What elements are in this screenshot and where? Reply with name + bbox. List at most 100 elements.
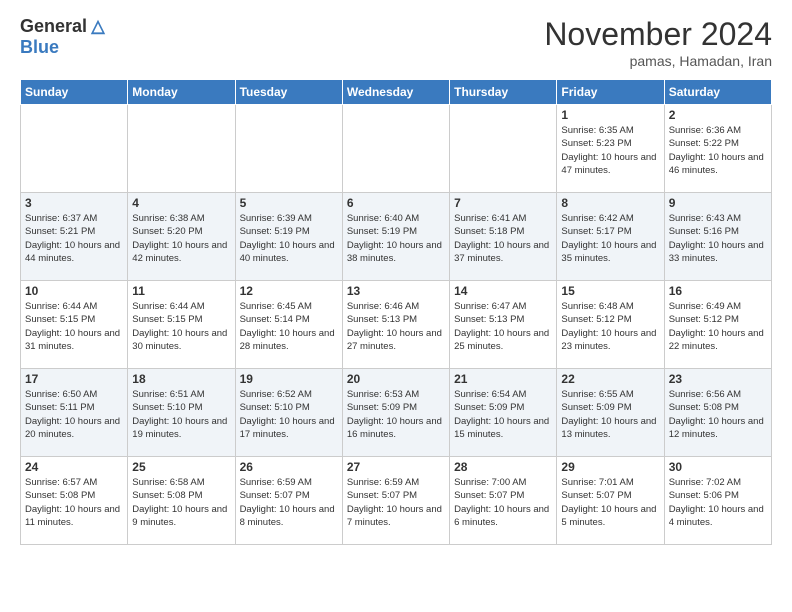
week-row-3: 10 Sunrise: 6:44 AMSunset: 5:15 PMDayligh… [21, 281, 772, 369]
logo-icon [89, 18, 107, 36]
week-row-2: 3Sunrise: 6:37 AMSunset: 5:21 PMDaylight… [21, 193, 772, 281]
calendar-cell: 22 Sunrise: 6:55 AMSunset: 5:09 PMDayligh… [557, 369, 664, 457]
calendar-cell [128, 105, 235, 193]
day-number: 27 [347, 460, 445, 474]
day-number: 13 [347, 284, 445, 298]
day-info: Sunrise: 6:53 AMSunset: 5:09 PMDaylight:… [347, 388, 445, 441]
week-row-1: 1 Sunrise: 6:35 AMSunset: 5:23 PMDaylight… [21, 105, 772, 193]
day-number: 9 [669, 196, 767, 210]
day-info: Sunrise: 6:47 AMSunset: 5:13 PMDaylight:… [454, 300, 552, 353]
col-header-sunday: Sunday [21, 80, 128, 105]
day-info: Sunrise: 7:02 AMSunset: 5:06 PMDaylight:… [669, 476, 767, 529]
day-info: Sunrise: 6:56 AMSunset: 5:08 PMDaylight:… [669, 388, 767, 441]
day-number: 11 [132, 284, 230, 298]
calendar-cell: 12 Sunrise: 6:45 AMSunset: 5:14 PMDayligh… [235, 281, 342, 369]
day-number: 20 [347, 372, 445, 386]
calendar-cell: 11 Sunrise: 6:44 AMSunset: 5:15 PMDayligh… [128, 281, 235, 369]
calendar-cell: 24 Sunrise: 6:57 AMSunset: 5:08 PMDayligh… [21, 457, 128, 545]
calendar-cell: 29 Sunrise: 7:01 AMSunset: 5:07 PMDayligh… [557, 457, 664, 545]
calendar-cell: 28Sunrise: 7:00 AMSunset: 5:07 PMDayligh… [450, 457, 557, 545]
calendar-cell: 6Sunrise: 6:40 AMSunset: 5:19 PMDaylight… [342, 193, 449, 281]
col-header-saturday: Saturday [664, 80, 771, 105]
day-info: Sunrise: 7:00 AMSunset: 5:07 PMDaylight:… [454, 476, 552, 529]
day-info: Sunrise: 6:37 AMSunset: 5:21 PMDaylight:… [25, 212, 123, 265]
calendar-cell: 10 Sunrise: 6:44 AMSunset: 5:15 PMDayligh… [21, 281, 128, 369]
calendar-cell: 16Sunrise: 6:49 AMSunset: 5:12 PMDayligh… [664, 281, 771, 369]
day-info: Sunrise: 6:54 AMSunset: 5:09 PMDaylight:… [454, 388, 552, 441]
page: General Blue November 2024 pamas, Hamada… [0, 0, 792, 612]
calendar-cell: 25 Sunrise: 6:58 AMSunset: 5:08 PMDayligh… [128, 457, 235, 545]
day-number: 5 [240, 196, 338, 210]
calendar-cell: 15Sunrise: 6:48 AMSunset: 5:12 PMDayligh… [557, 281, 664, 369]
col-header-tuesday: Tuesday [235, 80, 342, 105]
calendar-cell: 18 Sunrise: 6:51 AMSunset: 5:10 PMDayligh… [128, 369, 235, 457]
day-number: 23 [669, 372, 767, 386]
day-info: Sunrise: 6:50 AMSunset: 5:11 PMDaylight:… [25, 388, 123, 441]
day-number: 2 [669, 108, 767, 122]
month-title: November 2024 [544, 16, 772, 53]
calendar-cell: 19 Sunrise: 6:52 AMSunset: 5:10 PMDayligh… [235, 369, 342, 457]
calendar-cell: 27 Sunrise: 6:59 AMSunset: 5:07 PMDayligh… [342, 457, 449, 545]
calendar-cell [342, 105, 449, 193]
location-subtitle: pamas, Hamadan, Iran [544, 53, 772, 69]
calendar-header-row: SundayMondayTuesdayWednesdayThursdayFrid… [21, 80, 772, 105]
day-info: Sunrise: 6:39 AMSunset: 5:19 PMDaylight:… [240, 212, 338, 265]
calendar-cell [21, 105, 128, 193]
calendar-cell: 2 Sunrise: 6:36 AMSunset: 5:22 PMDaylight… [664, 105, 771, 193]
logo-blue: Blue [20, 37, 59, 58]
logo-general: General [20, 16, 87, 37]
col-header-friday: Friday [557, 80, 664, 105]
day-number: 19 [240, 372, 338, 386]
calendar-cell: 26 Sunrise: 6:59 AMSunset: 5:07 PMDayligh… [235, 457, 342, 545]
col-header-thursday: Thursday [450, 80, 557, 105]
week-row-4: 17Sunrise: 6:50 AMSunset: 5:11 PMDayligh… [21, 369, 772, 457]
logo: General Blue [20, 16, 107, 58]
day-info: Sunrise: 6:43 AMSunset: 5:16 PMDaylight:… [669, 212, 767, 265]
day-info: Sunrise: 6:35 AMSunset: 5:23 PMDaylight:… [561, 124, 659, 177]
day-number: 4 [132, 196, 230, 210]
day-number: 8 [561, 196, 659, 210]
day-info: Sunrise: 6:40 AMSunset: 5:19 PMDaylight:… [347, 212, 445, 265]
day-info: Sunrise: 6:45 AMSunset: 5:14 PMDaylight:… [240, 300, 338, 353]
day-info: Sunrise: 6:59 AMSunset: 5:07 PMDaylight:… [347, 476, 445, 529]
day-info: Sunrise: 6:52 AMSunset: 5:10 PMDaylight:… [240, 388, 338, 441]
day-number: 12 [240, 284, 338, 298]
calendar: SundayMondayTuesdayWednesdayThursdayFrid… [20, 79, 772, 545]
day-number: 1 [561, 108, 659, 122]
day-number: 18 [132, 372, 230, 386]
day-number: 30 [669, 460, 767, 474]
day-info: Sunrise: 6:57 AMSunset: 5:08 PMDaylight:… [25, 476, 123, 529]
day-info: Sunrise: 6:55 AMSunset: 5:09 PMDaylight:… [561, 388, 659, 441]
col-header-wednesday: Wednesday [342, 80, 449, 105]
calendar-cell: 5 Sunrise: 6:39 AMSunset: 5:19 PMDaylight… [235, 193, 342, 281]
calendar-cell [450, 105, 557, 193]
day-number: 15 [561, 284, 659, 298]
day-number: 21 [454, 372, 552, 386]
day-info: Sunrise: 6:59 AMSunset: 5:07 PMDaylight:… [240, 476, 338, 529]
day-info: Sunrise: 7:01 AMSunset: 5:07 PMDaylight:… [561, 476, 659, 529]
calendar-cell: 1 Sunrise: 6:35 AMSunset: 5:23 PMDaylight… [557, 105, 664, 193]
calendar-cell [235, 105, 342, 193]
day-number: 29 [561, 460, 659, 474]
day-info: Sunrise: 6:51 AMSunset: 5:10 PMDaylight:… [132, 388, 230, 441]
title-block: November 2024 pamas, Hamadan, Iran [544, 16, 772, 69]
calendar-cell: 30 Sunrise: 7:02 AMSunset: 5:06 PMDayligh… [664, 457, 771, 545]
day-info: Sunrise: 6:36 AMSunset: 5:22 PMDaylight:… [669, 124, 767, 177]
col-header-monday: Monday [128, 80, 235, 105]
calendar-cell: 21 Sunrise: 6:54 AMSunset: 5:09 PMDayligh… [450, 369, 557, 457]
day-number: 25 [132, 460, 230, 474]
header: General Blue November 2024 pamas, Hamada… [20, 16, 772, 69]
day-info: Sunrise: 6:44 AMSunset: 5:15 PMDaylight:… [132, 300, 230, 353]
day-number: 7 [454, 196, 552, 210]
day-number: 10 [25, 284, 123, 298]
day-number: 22 [561, 372, 659, 386]
day-number: 14 [454, 284, 552, 298]
day-info: Sunrise: 6:44 AMSunset: 5:15 PMDaylight:… [25, 300, 123, 353]
day-number: 26 [240, 460, 338, 474]
calendar-cell: 14 Sunrise: 6:47 AMSunset: 5:13 PMDayligh… [450, 281, 557, 369]
day-info: Sunrise: 6:58 AMSunset: 5:08 PMDaylight:… [132, 476, 230, 529]
calendar-cell: 20 Sunrise: 6:53 AMSunset: 5:09 PMDayligh… [342, 369, 449, 457]
calendar-cell: 4Sunrise: 6:38 AMSunset: 5:20 PMDaylight… [128, 193, 235, 281]
calendar-cell: 13Sunrise: 6:46 AMSunset: 5:13 PMDayligh… [342, 281, 449, 369]
day-number: 24 [25, 460, 123, 474]
